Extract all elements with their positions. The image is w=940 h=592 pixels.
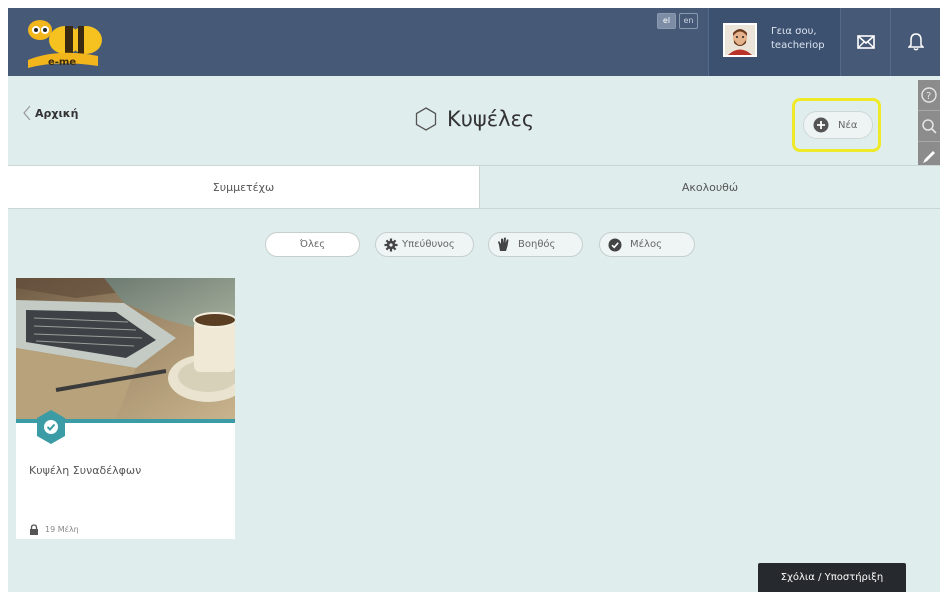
top-bar: e-me el en Γεια σου, teacheriop	[8, 8, 940, 76]
filter-assistant-label: Βοηθός	[518, 239, 556, 250]
avatar	[723, 23, 757, 57]
hive-card[interactable]: Κυψέλη Συναδέλφων 19 Μέλη	[16, 278, 235, 539]
app-window: e-me el en Γεια σου, teacheriop ? Αρχική…	[8, 8, 940, 592]
hive-card-title[interactable]: Κυψέλη Συναδέλφων	[29, 464, 141, 477]
search-button[interactable]	[918, 111, 940, 142]
filter-owner[interactable]: Υπεύθυνος	[375, 232, 474, 257]
check-hexagon-icon	[35, 409, 67, 445]
messages-button[interactable]	[840, 8, 890, 76]
new-hive-button-label: Νέα	[838, 119, 858, 131]
hive-card-members: 19 Μέλη	[29, 524, 79, 535]
page-header: Κυψέλες	[415, 107, 534, 131]
username: teacheriop	[771, 40, 825, 51]
tab-following[interactable]: Ακολουθώ	[480, 166, 940, 208]
svg-text:?: ?	[926, 91, 931, 102]
bell-icon	[907, 33, 924, 51]
page-title: Κυψέλες	[447, 107, 535, 131]
hand-icon	[498, 237, 509, 251]
help-icon: ?	[921, 87, 937, 103]
pencil-icon	[923, 151, 935, 163]
user-greeting: Γεια σου, teacheriop	[771, 25, 825, 53]
back-link-label: Αρχική	[35, 106, 79, 120]
notifications-button[interactable]	[890, 8, 940, 76]
logo-text: e-me	[48, 57, 76, 68]
chevron-left-icon	[23, 105, 31, 121]
filter-all[interactable]: Όλες	[265, 232, 360, 257]
greeting-line: Γεια σου,	[771, 26, 817, 37]
back-link[interactable]: Αρχική	[22, 105, 78, 121]
user-avatar-icon	[725, 25, 755, 55]
filter-owner-label: Υπεύθυνος	[402, 239, 455, 250]
filter-all-label: Όλες	[299, 239, 326, 250]
gear-icon	[384, 238, 398, 251]
filter-member[interactable]: Μέλος	[599, 232, 695, 257]
tab-bar: Συμμετέχω Ακολουθώ	[8, 165, 940, 209]
feedback-support-button[interactable]: Σχόλια / Υποστήριξη	[758, 563, 906, 592]
e-me-logo[interactable]: e-me	[18, 16, 104, 68]
hexagon-icon	[415, 107, 437, 131]
filter-member-label: Μέλος	[630, 239, 662, 250]
lock-icon	[30, 524, 38, 535]
new-hive-button[interactable]: Νέα	[803, 111, 873, 139]
filter-assistant[interactable]: Βοηθός	[488, 232, 583, 257]
search-icon	[922, 119, 937, 134]
hive-card-photo	[16, 278, 235, 419]
plus-circle-icon	[813, 117, 829, 133]
help-button[interactable]: ?	[918, 80, 940, 111]
tab-participating[interactable]: Συμμετέχω	[8, 166, 480, 208]
hive-card-members-count: 19 Μέλη	[45, 525, 79, 534]
user-menu[interactable]: Γεια σου, teacheriop	[708, 8, 840, 76]
check-circle-icon	[608, 238, 622, 251]
language-el-button[interactable]: el	[657, 13, 676, 29]
language-en-button[interactable]: en	[679, 13, 698, 29]
envelope-icon	[856, 35, 875, 49]
